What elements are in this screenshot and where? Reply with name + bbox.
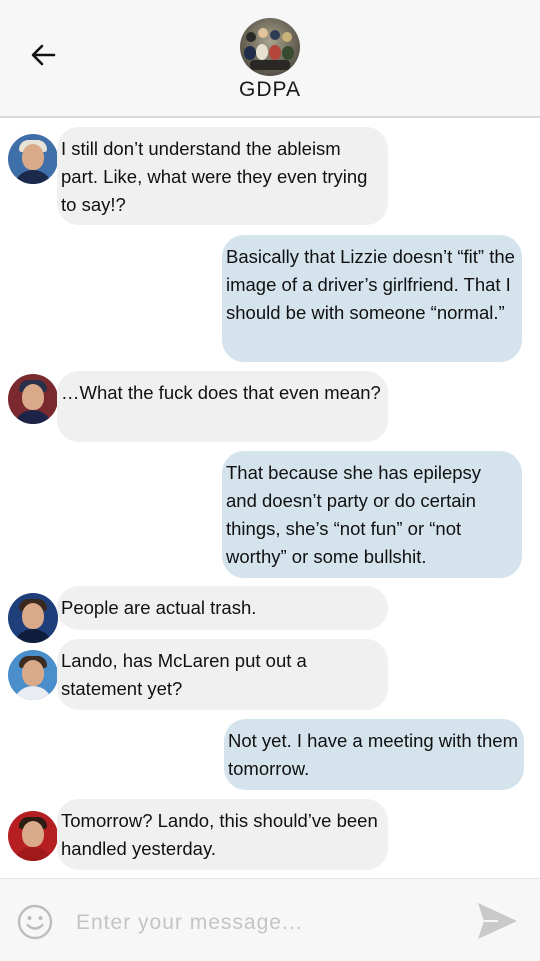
group-title: GDPA [239,78,301,101]
group-avatar[interactable] [240,18,300,76]
driver-avatar-5[interactable] [8,811,58,861]
message-bubble: …What the fuck does that even mean? [57,371,388,442]
message-bubble: Not yet. I have a meeting with them tomo… [224,719,524,790]
send-arrow-icon[interactable] [474,899,520,943]
message-bubble: Tomorrow? Lando, this should’ve been han… [57,799,388,870]
message-bubble: That because she has epilepsy and doesn’… [222,451,522,578]
message-composer [0,878,540,961]
driver-avatar-4[interactable] [8,650,58,700]
driver-avatar-1[interactable] [8,134,58,184]
driver-avatar-3[interactable] [8,593,58,643]
driver-avatar-2[interactable] [8,374,58,424]
message-bubble: Basically that Lizzie doesn’t “fit” the … [222,235,522,362]
chat-header: GDPA [0,0,540,118]
message-input[interactable] [74,903,458,943]
message-bubble: I still don’t understand the ableism par… [57,127,388,225]
message-bubble: Lando, has McLaren put out a statement y… [57,639,388,710]
message-bubble: People are actual trash. [57,586,388,630]
arrow-left-icon[interactable] [28,40,60,70]
smiley-icon[interactable] [16,903,54,941]
